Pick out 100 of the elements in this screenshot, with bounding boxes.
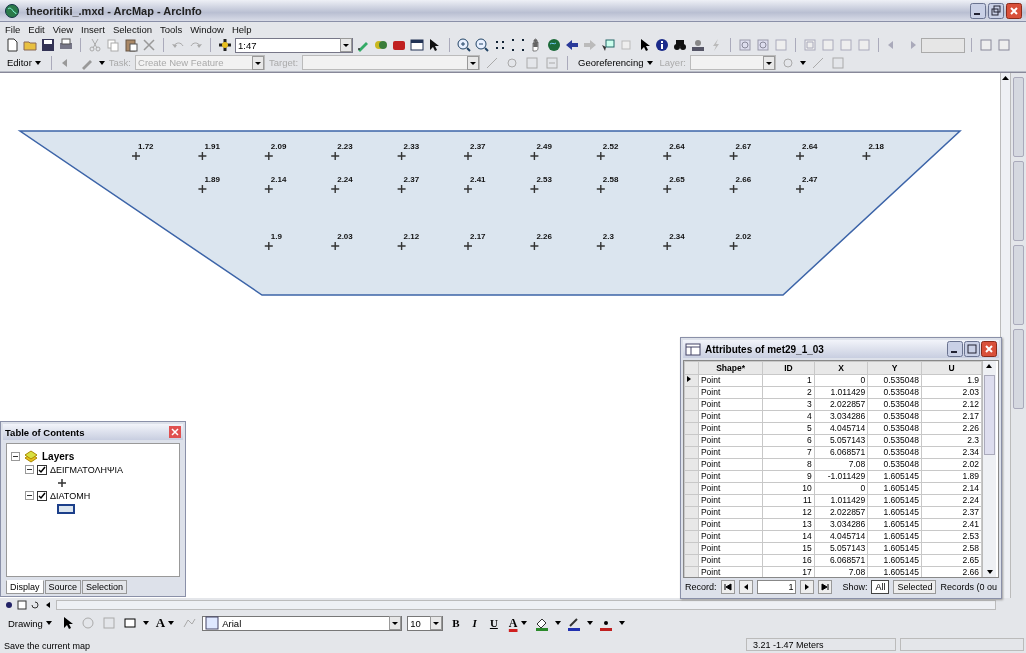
table-cell: 2 bbox=[762, 386, 815, 399]
point-marker-icon bbox=[330, 151, 340, 161]
menu-item[interactable]: Edit bbox=[28, 23, 45, 35]
point-marker-icon bbox=[795, 151, 805, 161]
point-label: 2.49 bbox=[536, 142, 552, 151]
scrollbar[interactable] bbox=[1000, 73, 1010, 598]
scale-field[interactable]: 1:47 bbox=[235, 37, 353, 53]
previous-record-icon[interactable] bbox=[738, 580, 753, 594]
point-label: 2.47 bbox=[802, 175, 818, 184]
column-header[interactable]: Shape* bbox=[698, 361, 763, 375]
scrollbar[interactable] bbox=[56, 600, 996, 610]
layer-name[interactable]: ΔΙΑΤΟΜΗ bbox=[50, 490, 91, 501]
first-record-icon[interactable] bbox=[720, 580, 735, 594]
font-color-button[interactable]: A bbox=[506, 615, 529, 631]
table-cell: 4.045714 bbox=[814, 530, 868, 543]
font-size-field[interactable]: 10 bbox=[407, 615, 444, 631]
add-data-icon[interactable] bbox=[217, 37, 233, 53]
fixed-zoom-out-icon[interactable] bbox=[510, 37, 526, 53]
column-header[interactable]: X bbox=[814, 361, 868, 375]
restore-icon[interactable] bbox=[988, 2, 1004, 19]
collapse-icon[interactable] bbox=[25, 491, 34, 500]
save-icon[interactable] bbox=[40, 37, 56, 53]
delete-icon[interactable] bbox=[141, 37, 157, 53]
collapse-icon[interactable] bbox=[25, 465, 34, 474]
menu-item[interactable]: Selection bbox=[112, 23, 152, 35]
close-icon[interactable] bbox=[981, 341, 997, 357]
table-icon[interactable] bbox=[685, 341, 701, 357]
back-arrow-icon[interactable] bbox=[564, 37, 580, 53]
bold-button[interactable]: B bbox=[448, 617, 464, 629]
zoom-percent-field[interactable] bbox=[921, 37, 965, 53]
menu-button[interactable]: Drawing bbox=[6, 617, 54, 629]
globe-icon[interactable] bbox=[4, 2, 20, 19]
collapse-icon[interactable] bbox=[11, 452, 20, 461]
font-field[interactable]: Arial bbox=[202, 615, 403, 631]
italic-button[interactable]: I bbox=[468, 617, 481, 629]
layer-group-name[interactable]: Layers bbox=[42, 451, 75, 462]
tab[interactable]: Source bbox=[44, 580, 82, 594]
zoom-whole-page-icon[interactable] bbox=[802, 37, 818, 53]
paste-icon[interactable] bbox=[123, 37, 139, 53]
line-color-icon[interactable] bbox=[565, 615, 582, 631]
underline-button[interactable]: U bbox=[485, 617, 502, 629]
table-cell: Point bbox=[698, 422, 763, 435]
close-icon[interactable] bbox=[169, 426, 181, 438]
show-label: Show: bbox=[842, 582, 868, 592]
column-header[interactable]: ID bbox=[762, 361, 815, 375]
layout-zoom-in-icon[interactable] bbox=[737, 37, 753, 53]
menu-item[interactable]: File bbox=[5, 23, 21, 35]
dock-tab[interactable] bbox=[1013, 329, 1024, 409]
text-tool-button[interactable]: A bbox=[153, 615, 177, 631]
font-icon[interactable] bbox=[205, 616, 220, 630]
menu-item[interactable]: Insert bbox=[81, 23, 105, 35]
zoom-out-icon[interactable] bbox=[474, 37, 490, 53]
cut-icon[interactable] bbox=[87, 37, 103, 53]
table-cell: 11 bbox=[762, 494, 815, 507]
layout-view-icon[interactable] bbox=[17, 600, 27, 610]
dock-tab[interactable] bbox=[1013, 245, 1024, 325]
table-cell: 2.37 bbox=[921, 506, 982, 519]
refresh-icon[interactable] bbox=[30, 600, 40, 610]
column-header[interactable]: U bbox=[921, 361, 982, 375]
point-label: 2.03 bbox=[337, 232, 353, 241]
tab[interactable]: Display bbox=[6, 580, 44, 594]
rectangle-icon[interactable] bbox=[121, 615, 138, 631]
scrollbar[interactable] bbox=[982, 361, 996, 577]
menu-item[interactable]: Window bbox=[190, 23, 224, 35]
toggle-button[interactable]: Selected bbox=[893, 580, 937, 594]
dock-tab[interactable] bbox=[1013, 161, 1024, 241]
toggle-button[interactable]: All bbox=[871, 580, 890, 594]
point-symbol-icon[interactable] bbox=[57, 477, 67, 488]
menu-button[interactable]: Georeferencing bbox=[575, 57, 656, 68]
next-record-icon[interactable] bbox=[800, 580, 815, 594]
layer-name[interactable]: ΔΕΙΓΜΑΤΟΛΗΨΙΑ bbox=[50, 464, 123, 475]
table-cell: 4 bbox=[762, 410, 815, 423]
info-icon[interactable] bbox=[654, 37, 670, 53]
last-record-icon[interactable] bbox=[818, 580, 833, 594]
window-icon[interactable] bbox=[409, 37, 425, 53]
record-field[interactable]: 1 bbox=[756, 580, 797, 594]
select-features-icon[interactable] bbox=[600, 37, 616, 53]
table-cell: 2.26 bbox=[921, 422, 982, 435]
table-cell: 2.24 bbox=[921, 494, 982, 507]
point-label: 2.52 bbox=[602, 142, 619, 151]
menu-item[interactable]: Help bbox=[231, 23, 252, 35]
point-marker-icon bbox=[529, 241, 540, 251]
checkbox[interactable] bbox=[37, 464, 47, 475]
full-extent-icon[interactable] bbox=[546, 37, 562, 53]
column-header[interactable]: Y bbox=[867, 361, 922, 375]
menu-item[interactable]: View bbox=[52, 23, 74, 35]
data-view-icon[interactable] bbox=[4, 600, 14, 610]
binoculars-icon[interactable] bbox=[672, 37, 688, 53]
polygon-symbol-icon[interactable] bbox=[57, 503, 75, 514]
zoom-in-icon[interactable] bbox=[456, 37, 472, 53]
checkbox[interactable] bbox=[37, 490, 47, 501]
minimize-icon[interactable] bbox=[947, 341, 963, 357]
minimize-icon[interactable] bbox=[970, 2, 986, 19]
point-label: 2.3 bbox=[602, 232, 614, 241]
menu-item[interactable]: Tools bbox=[159, 23, 183, 35]
menu-button[interactable]: Editor bbox=[4, 57, 44, 68]
close-icon[interactable] bbox=[1006, 2, 1022, 19]
table-cell: 5 bbox=[762, 422, 815, 435]
tab[interactable]: Selection bbox=[82, 580, 128, 594]
table-cell: Point bbox=[698, 482, 763, 495]
